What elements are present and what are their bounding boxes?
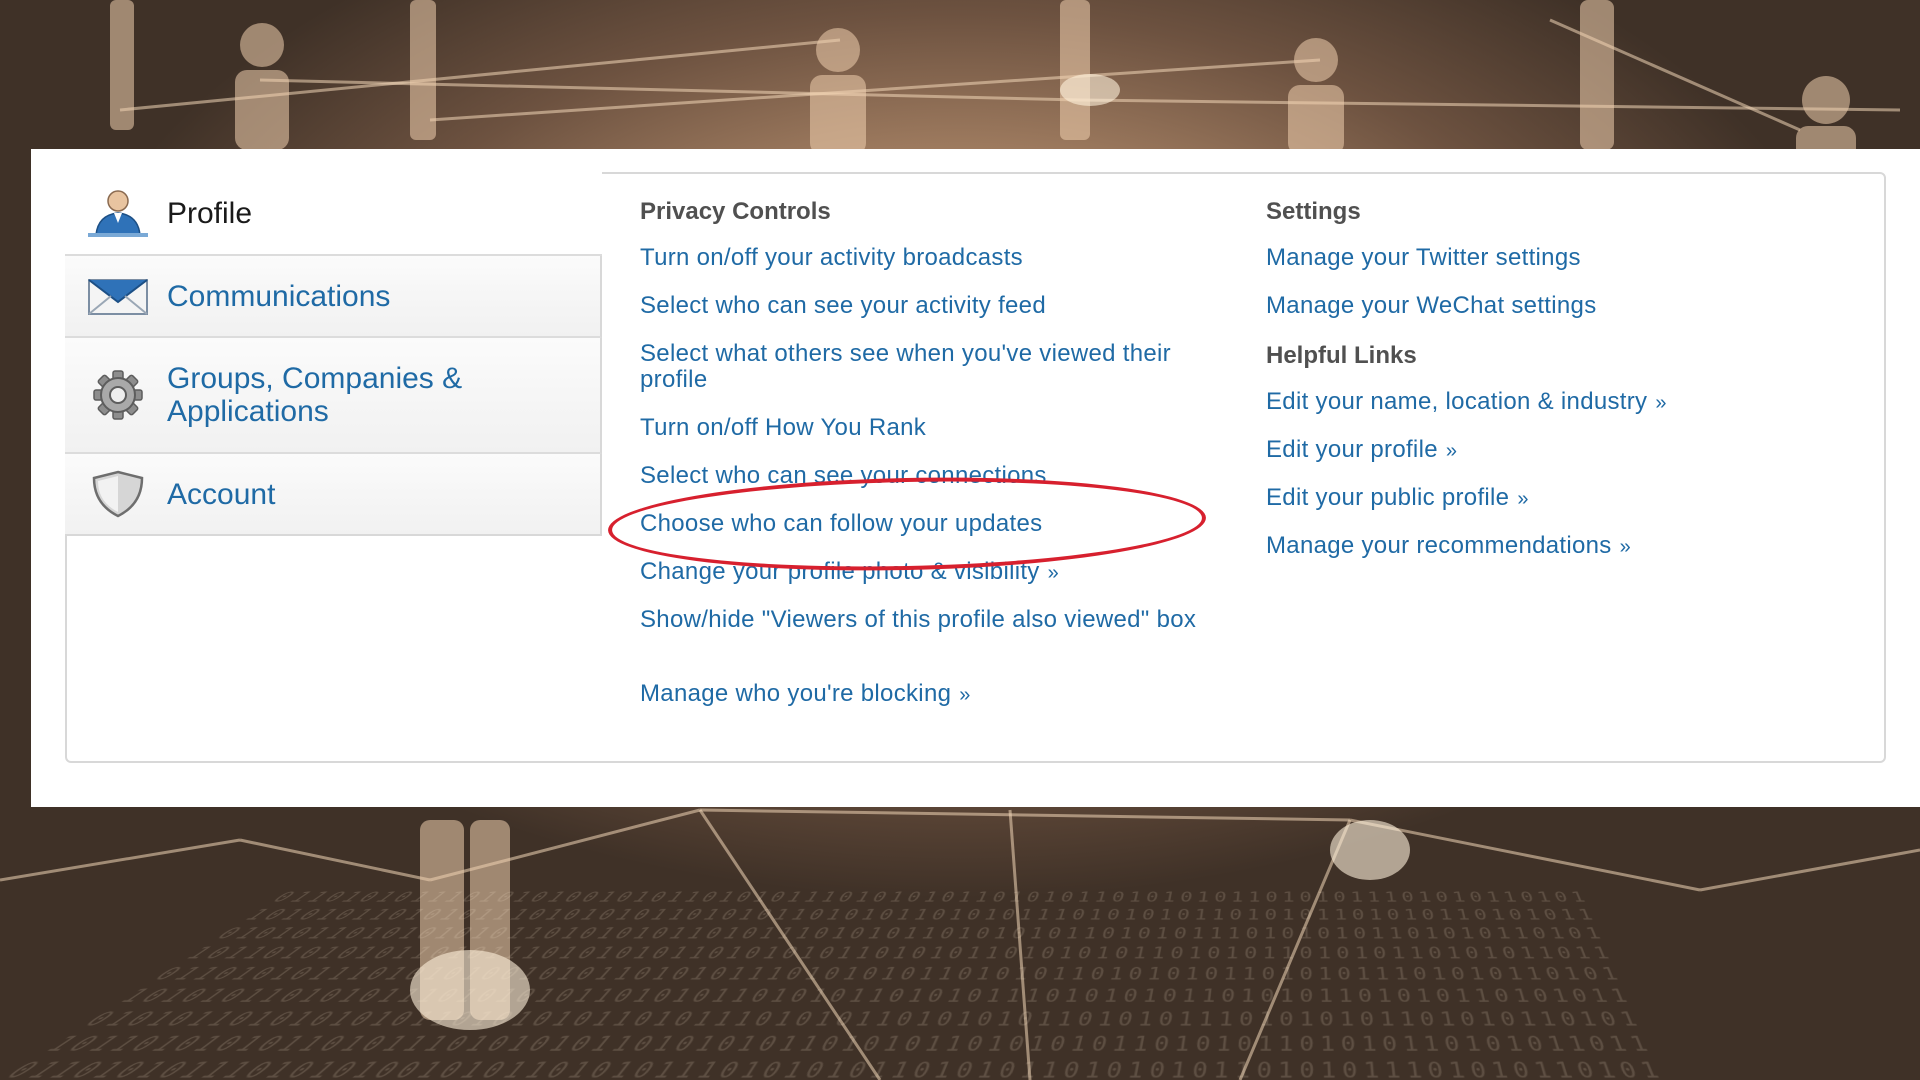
raquo-icon: »: [1445, 440, 1458, 462]
nav-item-label: Communications: [167, 279, 391, 313]
link-text: Show/hide "Viewers of this profile also …: [640, 606, 1197, 633]
privacy-controls-heading: Privacy Controls: [640, 198, 831, 225]
nav-item-label: Account: [167, 477, 276, 511]
link-how-you-rank[interactable]: Turn on/off How You Rank: [640, 415, 1240, 463]
settings-heading: Settings: [1266, 198, 1361, 225]
link-recommendations[interactable]: Manage your recommendations »: [1266, 533, 1826, 581]
nav-item-label: Groups, Companies & Applications: [167, 362, 463, 428]
link-text: Manage your Twitter settings: [1266, 244, 1581, 271]
link-text: Change your profile photo & visibility: [640, 558, 1040, 585]
user-profile-icon: [87, 188, 149, 238]
link-text: Edit your name, location & industry: [1266, 388, 1648, 415]
helpful-links-heading: Helpful Links: [1266, 342, 1417, 369]
raquo-icon: »: [959, 684, 971, 706]
settings-nav: Profile Communications Groups, Companies…: [65, 172, 602, 536]
link-edit-profile[interactable]: Edit your profile »: [1266, 437, 1826, 485]
nav-item-profile[interactable]: Profile: [65, 172, 602, 256]
link-text: Manage your WeChat settings: [1266, 292, 1597, 319]
shield-icon: [87, 469, 149, 519]
link-text: Select who can see your connections: [640, 462, 1047, 489]
link-twitter-settings[interactable]: Manage your Twitter settings: [1266, 245, 1826, 293]
raquo-icon: »: [1655, 392, 1667, 414]
link-text: Choose who can follow your updates: [640, 510, 1043, 537]
nav-item-label: Profile: [167, 196, 253, 230]
link-activity-feed[interactable]: Select who can see your activity feed: [640, 293, 1240, 341]
link-text: Turn on/off How You Rank: [640, 414, 927, 441]
nav-item-account[interactable]: Account: [65, 454, 602, 536]
link-text: Select who can see your activity feed: [640, 292, 1046, 319]
binary-pattern: 0110101011101010100101011010101110101010…: [0, 890, 1669, 1080]
link-text: Turn on/off your activity broadcasts: [640, 244, 1023, 271]
gear-icon: [87, 370, 149, 420]
nav-item-groups[interactable]: Groups, Companies & Applications: [65, 338, 602, 454]
envelope-icon: [87, 271, 149, 321]
link-wechat-settings[interactable]: Manage your WeChat settings: [1266, 293, 1826, 341]
link-profile-photo[interactable]: Change your profile photo & visibility »: [640, 559, 1240, 607]
link-text: Manage your recommendations: [1266, 532, 1612, 559]
link-text: Manage who you're blocking: [640, 680, 952, 707]
link-blocking[interactable]: Manage who you're blocking »: [640, 681, 1240, 729]
link-text: Edit your public profile: [1266, 484, 1510, 511]
link-viewers-box[interactable]: Show/hide "Viewers of this profile also …: [640, 607, 1240, 681]
settings-column: Settings Manage your Twitter settings Ma…: [1266, 197, 1826, 581]
raquo-icon: »: [1517, 488, 1529, 510]
privacy-controls-column: Privacy Controls Turn on/off your activi…: [640, 197, 1240, 729]
link-connections[interactable]: Select who can see your connections: [640, 463, 1240, 511]
raquo-icon: »: [1047, 562, 1060, 584]
link-edit-name[interactable]: Edit your name, location & industry »: [1266, 389, 1826, 437]
link-text: Edit your profile: [1266, 436, 1438, 463]
raquo-icon: »: [1619, 536, 1632, 558]
link-text: Select what others see when you've viewe…: [640, 340, 1171, 393]
link-follow-updates[interactable]: Choose who can follow your updates: [640, 511, 1240, 559]
nav-item-communications[interactable]: Communications: [65, 256, 602, 338]
link-activity-broadcasts[interactable]: Turn on/off your activity broadcasts: [640, 245, 1240, 293]
link-edit-public-profile[interactable]: Edit your public profile »: [1266, 485, 1826, 533]
link-viewed-profile[interactable]: Select what others see when you've viewe…: [640, 341, 1240, 415]
